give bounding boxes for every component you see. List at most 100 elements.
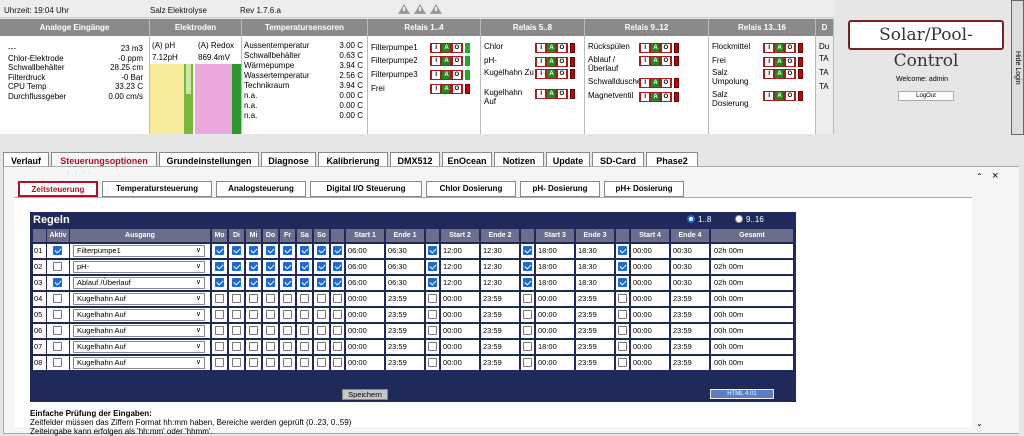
day-checkbox[interactable] [300, 278, 309, 287]
slot-enable-checkbox[interactable] [333, 310, 342, 319]
iao-switch[interactable]: IAO [763, 91, 796, 101]
aktiv-checkbox[interactable] [53, 358, 62, 367]
day-checkbox[interactable] [232, 246, 241, 255]
iao-o-button[interactable]: O [661, 57, 670, 65]
slot-enable-checkbox[interactable] [618, 246, 627, 255]
day-checkbox[interactable] [317, 310, 326, 319]
iao-a-button[interactable]: A [547, 90, 556, 98]
start-time-input[interactable]: 00:00 [441, 340, 479, 354]
iao-a-button[interactable]: A [651, 93, 660, 101]
slot-enable-checkbox[interactable] [428, 278, 437, 287]
start-time-input[interactable]: 00:00 [441, 324, 479, 338]
slot-enable-checkbox[interactable] [428, 310, 437, 319]
iao-o-button[interactable]: O [452, 71, 461, 79]
slot-enable-checkbox[interactable] [618, 278, 627, 287]
iao-o-button[interactable]: O [661, 44, 670, 52]
iao-i-button[interactable]: I [641, 57, 650, 65]
slot-enable-checkbox[interactable] [523, 262, 532, 271]
day-checkbox[interactable] [317, 358, 326, 367]
day-checkbox[interactable] [300, 246, 309, 255]
day-checkbox[interactable] [249, 262, 258, 271]
day-checkbox[interactable] [266, 262, 275, 271]
day-checkbox[interactable] [283, 326, 292, 335]
start-time-input[interactable]: 00:00 [346, 356, 384, 370]
iao-switch[interactable]: IAO [639, 43, 672, 53]
day-checkbox[interactable] [317, 326, 326, 335]
subtab-ph-dosierung[interactable]: pH- Dosierung [520, 181, 600, 197]
iao-i-button[interactable]: I [432, 71, 441, 79]
day-checkbox[interactable] [283, 310, 292, 319]
iao-a-button[interactable]: A [547, 70, 556, 78]
day-checkbox[interactable] [266, 326, 275, 335]
day-checkbox[interactable] [232, 262, 241, 271]
end-time-input[interactable]: 23:59 [481, 340, 519, 354]
iao-o-button[interactable]: O [557, 90, 566, 98]
iao-switch[interactable]: IAO [639, 56, 672, 66]
slot-enable-checkbox[interactable] [523, 246, 532, 255]
iao-switch[interactable]: IAO [535, 57, 568, 67]
iao-i-button[interactable]: I [537, 58, 546, 66]
iao-i-button[interactable]: I [765, 58, 774, 66]
start-time-input[interactable]: 00:00 [631, 276, 669, 290]
iao-switch[interactable]: IAO [763, 57, 796, 67]
slot-enable-checkbox[interactable] [618, 326, 627, 335]
iao-o-button[interactable]: O [557, 70, 566, 78]
day-checkbox[interactable] [266, 342, 275, 351]
subtab-zeitsteuerung[interactable]: Zeitsteuerung [18, 181, 98, 197]
start-time-input[interactable]: 00:00 [536, 356, 574, 370]
iao-o-button[interactable]: O [452, 85, 461, 93]
day-checkbox[interactable] [215, 278, 224, 287]
start-time-input[interactable]: 00:00 [631, 356, 669, 370]
slot-enable-checkbox[interactable] [333, 262, 342, 271]
day-checkbox[interactable] [249, 246, 258, 255]
day-checkbox[interactable] [232, 294, 241, 303]
day-checkbox[interactable] [249, 326, 258, 335]
day-checkbox[interactable] [232, 326, 241, 335]
iao-a-button[interactable]: A [651, 79, 660, 87]
slot-enable-checkbox[interactable] [333, 342, 342, 351]
end-time-input[interactable]: 06:30 [386, 244, 424, 258]
ausgang-select[interactable]: pH- [73, 261, 205, 273]
slot-enable-checkbox[interactable] [523, 326, 532, 335]
end-time-input[interactable]: 23:59 [481, 308, 519, 322]
iao-switch[interactable]: IAO [430, 56, 463, 66]
end-time-input[interactable]: 23:59 [386, 340, 424, 354]
iao-o-button[interactable]: O [661, 93, 670, 101]
start-time-input[interactable]: 06:00 [346, 260, 384, 274]
iao-o-button[interactable]: O [557, 44, 566, 52]
iao-i-button[interactable]: I [432, 57, 441, 65]
iao-a-button[interactable]: A [442, 57, 451, 65]
day-checkbox[interactable] [283, 246, 292, 255]
day-checkbox[interactable] [266, 294, 275, 303]
iao-switch[interactable]: IAO [430, 70, 463, 80]
ausgang-select[interactable]: Kugelhahn Auf [73, 293, 205, 305]
start-time-input[interactable]: 18:00 [536, 340, 574, 354]
iao-a-button[interactable]: A [775, 44, 784, 52]
iao-switch[interactable]: IAO [763, 43, 796, 53]
slot-enable-checkbox[interactable] [333, 326, 342, 335]
start-time-input[interactable]: 12:00 [441, 260, 479, 274]
day-checkbox[interactable] [266, 278, 275, 287]
scroll-down-icon[interactable]: ⌄ [976, 419, 983, 428]
ausgang-select[interactable]: Kugelhahn Auf [73, 309, 205, 321]
iao-a-button[interactable]: A [442, 85, 451, 93]
iao-o-button[interactable]: O [785, 44, 794, 52]
slot-enable-checkbox[interactable] [618, 294, 627, 303]
start-time-input[interactable]: 00:00 [631, 340, 669, 354]
iao-i-button[interactable]: I [765, 70, 774, 78]
day-checkbox[interactable] [249, 342, 258, 351]
iao-switch[interactable]: IAO [535, 89, 568, 99]
iao-i-button[interactable]: I [765, 44, 774, 52]
iao-a-button[interactable]: A [442, 44, 451, 52]
day-checkbox[interactable] [300, 294, 309, 303]
slot-enable-checkbox[interactable] [523, 358, 532, 367]
start-time-input[interactable]: 00:00 [346, 292, 384, 306]
day-checkbox[interactable] [300, 326, 309, 335]
end-time-input[interactable]: 23:59 [576, 324, 614, 338]
start-time-input[interactable]: 00:00 [346, 308, 384, 322]
aktiv-checkbox[interactable] [53, 294, 62, 303]
start-time-input[interactable]: 06:00 [346, 276, 384, 290]
logout-button[interactable]: LogOut [898, 91, 954, 101]
slot-enable-checkbox[interactable] [333, 246, 342, 255]
start-time-input[interactable]: 00:00 [631, 308, 669, 322]
